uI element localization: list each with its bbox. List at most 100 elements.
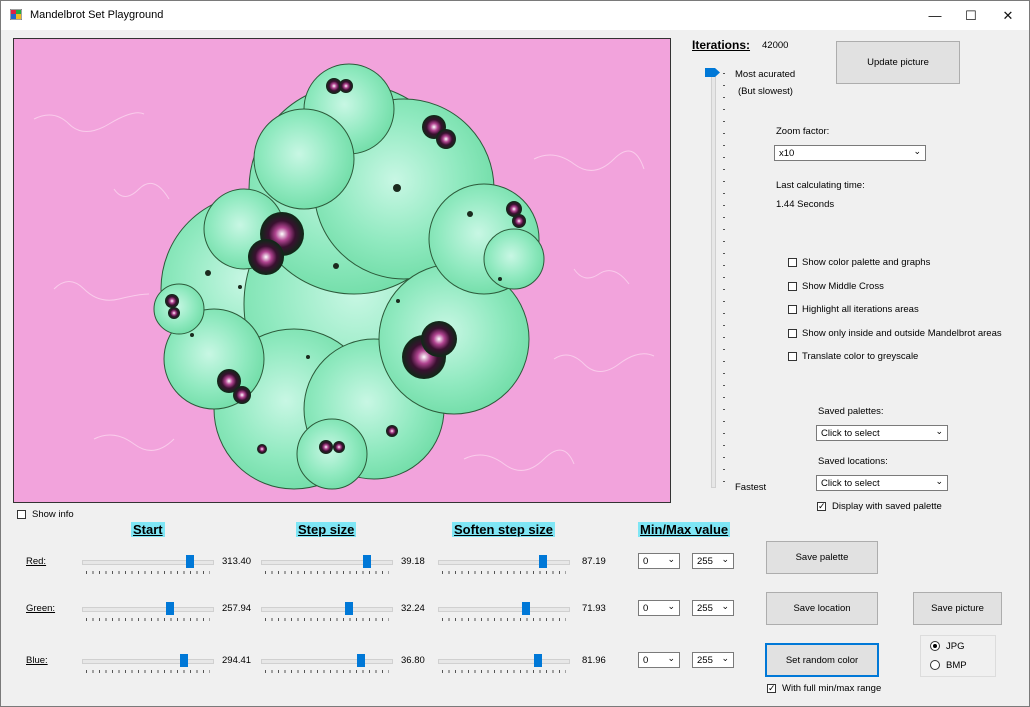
blue-start-slider-thumb[interactable] <box>180 654 188 667</box>
blue-row-label: Blue: <box>26 655 48 666</box>
random-color-button[interactable]: Set random color <box>765 643 879 677</box>
blue-max-select[interactable]: 255 ⌄ <box>692 652 734 668</box>
red-min-select[interactable]: 0 ⌄ <box>638 553 680 569</box>
full-range-label: With full min/max range <box>782 683 882 694</box>
full-range-checkbox[interactable] <box>767 682 776 694</box>
highlight-iterations-label: Highlight all iterations areas <box>802 304 919 315</box>
chevron-down-icon: ⌄ <box>721 554 729 564</box>
save-palette-button[interactable]: Save palette <box>766 541 878 574</box>
green-max-value: 255 <box>697 602 713 614</box>
display-saved-palette-label: Display with saved palette <box>832 501 942 512</box>
chevron-down-icon: ⌄ <box>667 554 675 564</box>
green-max-select[interactable]: 255 ⌄ <box>692 600 734 616</box>
red-soften-slider-thumb[interactable] <box>539 555 547 568</box>
chevron-down-icon: ⌄ <box>667 601 675 611</box>
inside-outside-checkbox[interactable] <box>788 329 797 338</box>
blue-step-slider-ticks <box>265 670 389 673</box>
show-palette-checkbox[interactable] <box>788 258 797 267</box>
minimize-icon: — <box>928 8 942 23</box>
red-step-slider-ticks <box>265 571 389 574</box>
jpg-radio[interactable] <box>930 641 940 651</box>
red-start-slider-ticks <box>86 571 210 574</box>
green-min-select[interactable]: 0 ⌄ <box>638 600 680 616</box>
show-palette-label: Show color palette and graphs <box>802 257 931 268</box>
show-info-label: Show info <box>32 509 74 520</box>
blue-step-slider-thumb[interactable] <box>357 654 365 667</box>
close-icon: ✕ <box>1002 7 1014 23</box>
maximize-button[interactable]: ☐ <box>952 1 990 30</box>
red-max-select[interactable]: 255 ⌄ <box>692 553 734 569</box>
zoom-factor-select[interactable]: x10 ⌄ <box>774 145 926 161</box>
red-soften-value: 87.19 <box>582 556 606 567</box>
window-title: Mandelbrot Set Playground <box>30 9 164 21</box>
minimize-button[interactable]: — <box>916 1 954 30</box>
red-row-label: Red: <box>26 556 47 567</box>
red-start-slider-thumb[interactable] <box>186 555 194 568</box>
blue-start-slider-track[interactable] <box>82 659 214 664</box>
bmp-label: BMP <box>946 660 967 671</box>
red-soften-slider-track[interactable] <box>438 560 570 565</box>
green-step-slider-ticks <box>265 618 389 621</box>
chevron-down-icon: ⌄ <box>667 653 675 663</box>
app-icon <box>10 9 22 20</box>
green-start-slider-thumb[interactable] <box>166 602 174 615</box>
iterations-bottom-label: Fastest <box>735 482 767 493</box>
chevron-down-icon: ⌄ <box>935 476 943 486</box>
green-start-value: 257.94 <box>222 603 252 614</box>
green-soften-slider-thumb[interactable] <box>522 602 530 615</box>
saved-locations-value: Click to select <box>821 477 880 489</box>
red-start-value: 313.40 <box>222 556 252 567</box>
saved-locations-select[interactable]: Click to select ⌄ <box>816 475 948 491</box>
green-row-label: Green: <box>26 603 56 614</box>
highlight-iterations-checkbox[interactable] <box>788 305 797 314</box>
green-step-slider-thumb[interactable] <box>345 602 353 615</box>
iterations-top-label: Most acurated <box>735 69 796 80</box>
iterations-slider-thumb[interactable] <box>705 68 720 77</box>
blue-soften-slider-thumb[interactable] <box>534 654 542 667</box>
blue-step-slider-track[interactable] <box>261 659 393 664</box>
inside-outside-label: Show only inside and outside Mandelbrot … <box>802 328 1002 339</box>
red-min-value: 0 <box>643 555 649 567</box>
green-start-slider-track[interactable] <box>82 607 214 612</box>
step-size-header: Step size <box>296 522 357 537</box>
greyscale-checkbox[interactable] <box>788 352 797 361</box>
update-picture-button[interactable]: Update picture <box>836 41 960 84</box>
save-picture-button[interactable]: Save picture <box>913 592 1002 625</box>
green-soften-slider-track[interactable] <box>438 607 570 612</box>
calc-time-value: 1.44 Seconds <box>776 199 835 210</box>
show-middle-cross-checkbox[interactable] <box>788 282 797 291</box>
blue-min-select[interactable]: 0 ⌄ <box>638 652 680 668</box>
iterations-slider-track[interactable] <box>711 71 716 488</box>
saved-palettes-select[interactable]: Click to select ⌄ <box>816 425 948 441</box>
red-max-value: 255 <box>697 555 713 567</box>
show-info-checkbox[interactable] <box>17 510 26 519</box>
min-max-header: Min/Max value <box>638 522 731 537</box>
show-middle-cross-label: Show Middle Cross <box>802 281 884 292</box>
save-location-button[interactable]: Save location <box>766 592 878 625</box>
blue-step-value: 36.80 <box>401 655 425 666</box>
green-min-value: 0 <box>643 602 649 614</box>
red-step-slider-thumb[interactable] <box>363 555 371 568</box>
red-step-slider-track[interactable] <box>261 560 393 565</box>
green-soften-value: 71.93 <box>582 603 606 614</box>
bmp-radio[interactable] <box>930 660 940 670</box>
iterations-value: 42000 <box>762 40 789 51</box>
red-soften-slider-ticks <box>442 571 566 574</box>
iterations-top-sublabel: (But slowest) <box>738 86 793 97</box>
chevron-down-icon: ⌄ <box>721 601 729 611</box>
maximize-icon: ☐ <box>965 7 977 23</box>
blue-start-value: 294.41 <box>222 655 252 666</box>
fractal-picture[interactable] <box>13 38 671 503</box>
display-saved-palette-checkbox[interactable] <box>817 500 826 512</box>
close-button[interactable]: ✕ <box>989 1 1027 30</box>
zoom-factor-value: x10 <box>779 147 795 159</box>
red-start-slider-track[interactable] <box>82 560 214 565</box>
green-step-slider-track[interactable] <box>261 607 393 612</box>
blue-soften-slider-ticks <box>442 670 566 673</box>
chevron-down-icon: ⌄ <box>935 426 943 436</box>
fractal-image <box>14 39 670 502</box>
iterations-label: Iterations: <box>692 38 751 52</box>
blue-soften-slider-track[interactable] <box>438 659 570 664</box>
red-step-value: 39.18 <box>401 556 425 567</box>
start-header: Start <box>131 522 165 537</box>
